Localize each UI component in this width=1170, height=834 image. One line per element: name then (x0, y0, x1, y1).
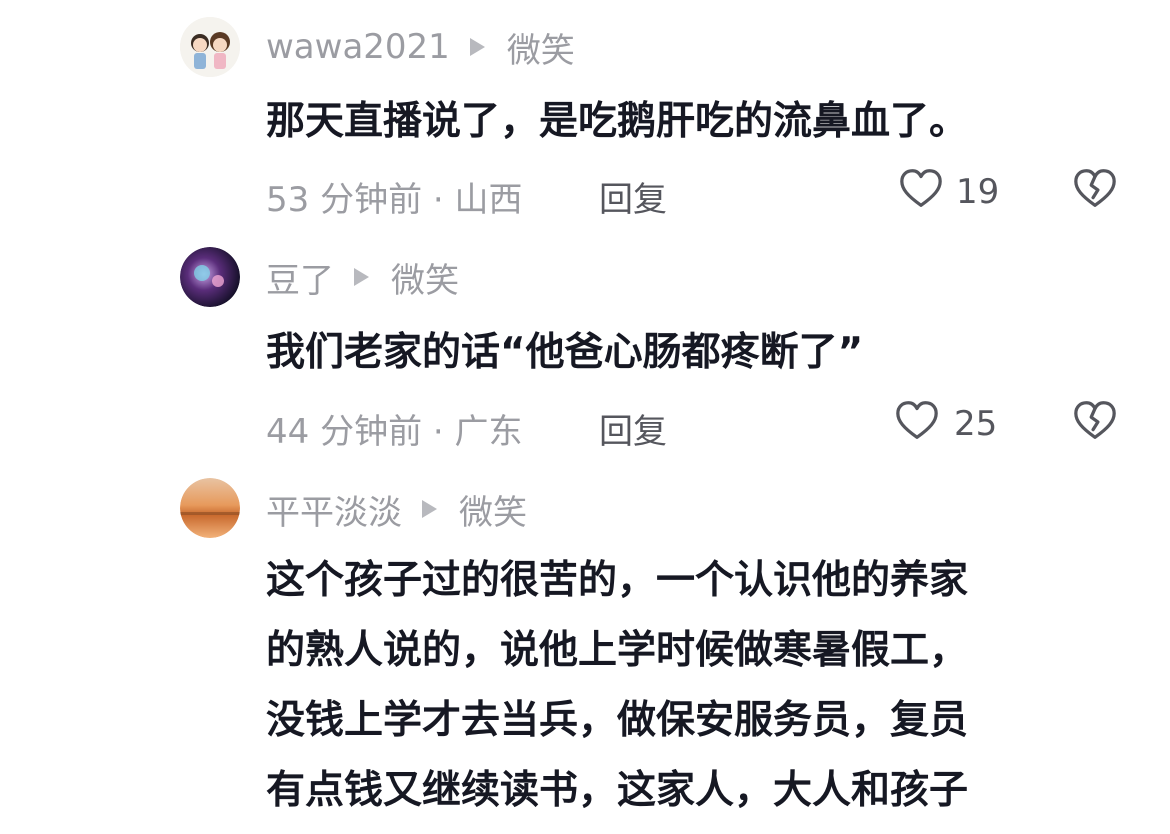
comment-footer: 53 分钟前 · 山西 回复 19 (266, 166, 1170, 222)
like-count: 19 (956, 172, 1000, 212)
play-triangle-icon (469, 38, 485, 56)
comment-line: 那天直播说了，是吃鹅肝吃的流鼻血了。 (266, 99, 969, 144)
broken-heart-icon[interactable] (1072, 166, 1118, 212)
avatar[interactable] (180, 247, 240, 307)
comment-text: 这个孩子过的很苦的，一个认识他的养家 的熟人说的，说他上学时候做寒暑假工， 没钱… (266, 546, 968, 826)
username[interactable]: 平平淡淡 (266, 485, 402, 534)
reply-to-username[interactable]: 微笑 (459, 485, 527, 534)
comment-header: 豆了 微笑 (266, 252, 459, 302)
reply-to-username[interactable]: 微笑 (391, 253, 459, 302)
galaxy-avatar-icon (180, 247, 240, 307)
broken-heart-icon[interactable] (1072, 398, 1118, 444)
cartoon-couple-avatar-icon (180, 17, 240, 77)
sunset-avatar-icon (180, 478, 240, 538)
reply-button[interactable]: 回复 (599, 404, 667, 453)
username[interactable]: 豆了 (266, 253, 334, 302)
time-location: 53 分钟前 · 山西 (266, 180, 523, 220)
avatar[interactable] (180, 17, 240, 77)
heart-outline-icon[interactable] (894, 398, 940, 444)
comment-text: 我们老家的话“他爸心肠都疼断了” (266, 318, 863, 388)
play-triangle-icon (422, 500, 437, 518)
comment-text: 那天直播说了，是吃鹅肝吃的流鼻血了。 (266, 87, 968, 157)
time-location: 44 分钟前 · 广东 (266, 412, 523, 452)
like-count: 25 (954, 404, 998, 444)
play-triangle-icon (354, 268, 369, 286)
comment-line: 没钱上学才去当兵，做保安服务员，复员 (266, 698, 969, 743)
reply-button[interactable]: 回复 (599, 172, 667, 221)
comment-line: 这个孩子过的很苦的，一个认识他的养家 (266, 558, 969, 603)
comment-header: 平平淡淡 微笑 (266, 484, 527, 534)
comment-header: wawa2021 微笑 (266, 22, 575, 72)
comment-footer: 44 分钟前 · 广东 回复 25 (266, 398, 1170, 454)
reply-to-username[interactable]: 微笑 (507, 23, 575, 72)
avatar[interactable] (180, 478, 240, 538)
heart-outline-icon[interactable] (898, 166, 944, 212)
comment-line: 的熟人说的，说他上学时候做寒暑假工， (266, 628, 969, 673)
comment-line: 我们老家的话“他爸心肠都疼断了” (266, 330, 864, 375)
comment-line: 有点钱又继续读书，这家人，大人和孩子 (266, 768, 969, 813)
username[interactable]: wawa2021 (266, 27, 450, 67)
